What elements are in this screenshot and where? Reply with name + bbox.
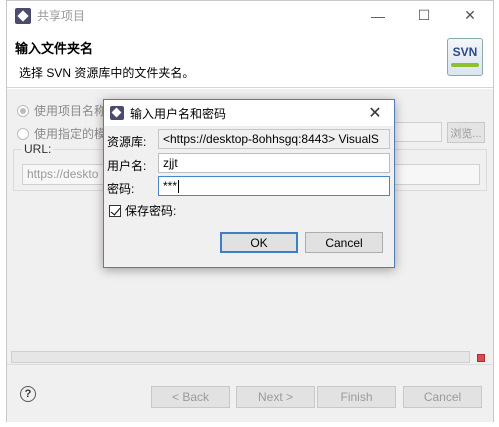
save-password-option[interactable]: 保存密码: (109, 202, 176, 219)
repo-field: <https://desktop-8ohhsgq:8443> VisualS (158, 129, 390, 149)
eclipse-app-icon (15, 7, 31, 24)
window-title: 共享项目 (37, 9, 86, 23)
cancel-button[interactable]: Cancel (403, 386, 482, 408)
radio-icon[interactable] (17, 104, 29, 117)
text-caret (178, 180, 180, 194)
dialog-title: 输入用户名和密码 (130, 106, 227, 121)
progress-bar (11, 351, 470, 363)
window-titlebar: 共享项目 — ☐ ✕ (7, 1, 493, 30)
wizard-header: 输入文件夹名 选择 SVN 资源库中的文件夹名。 SVN (7, 30, 493, 88)
finish-button[interactable]: Finish (317, 386, 396, 408)
repo-label: 资源库: (107, 135, 147, 149)
save-password-label: 保存密码: (125, 204, 177, 218)
password-input[interactable]: *** (158, 176, 390, 196)
next-button[interactable]: Next > (236, 386, 315, 408)
browse-button[interactable]: 浏览... (447, 122, 485, 143)
url-label: URL: (22, 142, 54, 156)
ok-button[interactable]: OK (220, 232, 298, 253)
password-label: 密码: (107, 182, 135, 196)
username-label: 用户名: (107, 159, 147, 173)
maximize-button[interactable]: ☐ (401, 1, 447, 30)
eclipse-app-icon (110, 106, 124, 120)
back-button[interactable]: < Back (151, 386, 230, 408)
stop-icon[interactable] (477, 354, 485, 362)
svn-logo-icon: SVN (447, 38, 483, 76)
credentials-dialog: 输入用户名和密码 ✕ 资源库: <https://desktop-8ohhsgq… (103, 99, 395, 268)
help-icon[interactable]: ? (20, 386, 36, 402)
minimize-button[interactable]: — (355, 1, 401, 30)
svn-logo-bar (451, 63, 479, 67)
dialog-close-icon[interactable]: ✕ (360, 100, 390, 126)
wizard-footer: ? < Back Next > Finish Cancel (7, 364, 493, 422)
radio-icon[interactable] (17, 127, 29, 140)
password-value: *** (163, 179, 178, 193)
svn-logo-text: SVN (452, 45, 478, 59)
close-button[interactable]: ✕ (447, 1, 493, 30)
username-input[interactable]: zjjt (158, 153, 390, 173)
checkbox-checked-icon[interactable] (109, 204, 121, 217)
dialog-titlebar: 输入用户名和密码 ✕ (104, 100, 394, 126)
dialog-cancel-button[interactable]: Cancel (305, 232, 383, 253)
page-title: 输入文件夹名 (15, 41, 94, 56)
page-description: 选择 SVN 资源库中的文件夹名。 (19, 66, 195, 80)
